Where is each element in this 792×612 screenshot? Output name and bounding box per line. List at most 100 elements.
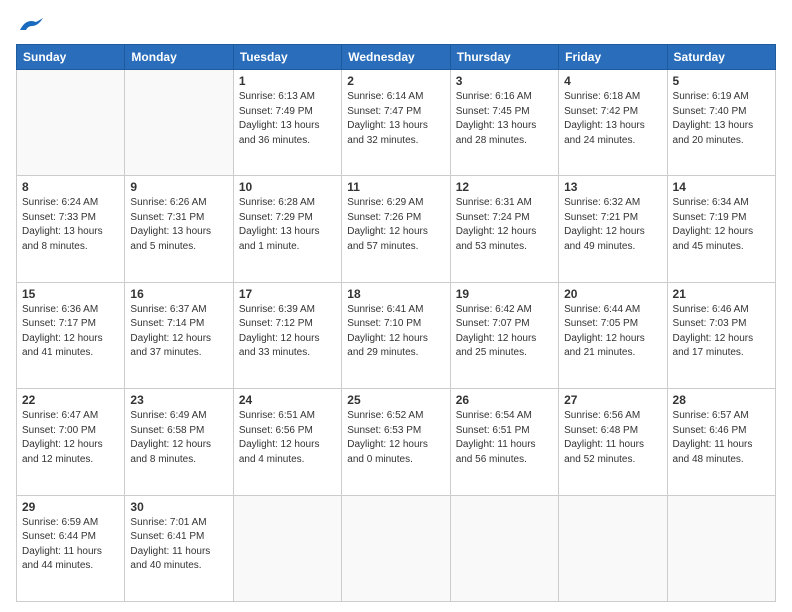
day-number: 9 [130, 180, 227, 194]
calendar-cell [342, 495, 450, 601]
day-number: 13 [564, 180, 661, 194]
day-info: Sunrise: 6:36 AMSunset: 7:17 PMDaylight:… [22, 303, 119, 361]
calendar-week-1: 8 Sunrise: 6:24 AMSunset: 7:33 PMDaylight… [17, 176, 776, 282]
calendar-cell: 17 Sunrise: 6:39 AMSunset: 7:12 PMDayligh… [233, 282, 341, 388]
day-number: 12 [456, 180, 553, 194]
day-number: 10 [239, 180, 336, 194]
day-number: 24 [239, 393, 336, 407]
day-info: Sunrise: 6:42 AMSunset: 7:07 PMDaylight:… [456, 303, 553, 361]
day-header-monday: Monday [125, 45, 233, 70]
logo [16, 18, 44, 36]
day-info: Sunrise: 6:39 AMSunset: 7:12 PMDaylight:… [239, 303, 336, 361]
day-number: 28 [673, 393, 770, 407]
day-header-thursday: Thursday [450, 45, 558, 70]
day-info: Sunrise: 6:44 AMSunset: 7:05 PMDaylight:… [564, 303, 661, 361]
day-number: 27 [564, 393, 661, 407]
calendar-cell: 19 Sunrise: 6:42 AMSunset: 7:07 PMDayligh… [450, 282, 558, 388]
day-number: 15 [22, 287, 119, 301]
calendar-cell [125, 70, 233, 176]
day-info: Sunrise: 6:41 AMSunset: 7:10 PMDaylight:… [347, 303, 444, 361]
calendar-cell: 30Sunrise: 7:01 AMSunset: 6:41 PMDayligh… [125, 495, 233, 601]
calendar-week-2: 15 Sunrise: 6:36 AMSunset: 7:17 PMDayligh… [17, 282, 776, 388]
calendar-cell: 20 Sunrise: 6:44 AMSunset: 7:05 PMDayligh… [559, 282, 667, 388]
day-number: 14 [673, 180, 770, 194]
day-header-wednesday: Wednesday [342, 45, 450, 70]
calendar-cell: 22 Sunrise: 6:47 AMSunset: 7:00 PMDayligh… [17, 389, 125, 495]
day-info: Sunrise: 7:01 AMSunset: 6:41 PMDaylight:… [130, 516, 227, 574]
day-info: Sunrise: 6:52 AMSunset: 6:53 PMDaylight:… [347, 409, 444, 467]
calendar-cell: 9Sunrise: 6:26 AMSunset: 7:31 PMDaylight… [125, 176, 233, 282]
calendar-cell: 3 Sunrise: 6:16 AMSunset: 7:45 PMDaylight… [450, 70, 558, 176]
calendar-cell: 26 Sunrise: 6:54 AMSunset: 6:51 PMDayligh… [450, 389, 558, 495]
calendar-cell: 21 Sunrise: 6:46 AMSunset: 7:03 PMDayligh… [667, 282, 775, 388]
day-number: 8 [22, 180, 119, 194]
calendar-cell: 1 Sunrise: 6:13 AMSunset: 7:49 PMDaylight… [233, 70, 341, 176]
day-header-tuesday: Tuesday [233, 45, 341, 70]
day-number: 21 [673, 287, 770, 301]
calendar-cell [667, 495, 775, 601]
day-of-week-row: SundayMondayTuesdayWednesdayThursdayFrid… [17, 45, 776, 70]
day-number: 26 [456, 393, 553, 407]
day-number: 2 [347, 74, 444, 88]
calendar-cell: 15 Sunrise: 6:36 AMSunset: 7:17 PMDayligh… [17, 282, 125, 388]
day-info: Sunrise: 6:47 AMSunset: 7:00 PMDaylight:… [22, 409, 119, 467]
day-info: Sunrise: 6:14 AMSunset: 7:47 PMDaylight:… [347, 90, 444, 148]
day-info: Sunrise: 6:28 AMSunset: 7:29 PMDaylight:… [239, 196, 336, 254]
calendar-cell: 14 Sunrise: 6:34 AMSunset: 7:19 PMDayligh… [667, 176, 775, 282]
day-number: 20 [564, 287, 661, 301]
day-info: Sunrise: 6:34 AMSunset: 7:19 PMDaylight:… [673, 196, 770, 254]
day-info: Sunrise: 6:24 AMSunset: 7:33 PMDaylight:… [22, 196, 119, 254]
calendar-cell: 2 Sunrise: 6:14 AMSunset: 7:47 PMDaylight… [342, 70, 450, 176]
day-info: Sunrise: 6:19 AMSunset: 7:40 PMDaylight:… [673, 90, 770, 148]
calendar-body: 1 Sunrise: 6:13 AMSunset: 7:49 PMDaylight… [17, 70, 776, 602]
day-number: 25 [347, 393, 444, 407]
day-info: Sunrise: 6:46 AMSunset: 7:03 PMDaylight:… [673, 303, 770, 361]
calendar-cell [450, 495, 558, 601]
day-info: Sunrise: 6:57 AMSunset: 6:46 PMDaylight:… [673, 409, 770, 467]
day-header-sunday: Sunday [17, 45, 125, 70]
day-number: 23 [130, 393, 227, 407]
day-header-friday: Friday [559, 45, 667, 70]
day-info: Sunrise: 6:49 AMSunset: 6:58 PMDaylight:… [130, 409, 227, 467]
calendar-cell: 5 Sunrise: 6:19 AMSunset: 7:40 PMDaylight… [667, 70, 775, 176]
day-number: 16 [130, 287, 227, 301]
calendar-cell [559, 495, 667, 601]
calendar-week-4: 29 Sunrise: 6:59 AMSunset: 6:44 PMDayligh… [17, 495, 776, 601]
day-info: Sunrise: 6:51 AMSunset: 6:56 PMDaylight:… [239, 409, 336, 467]
calendar-cell: 11Sunrise: 6:29 AMSunset: 7:26 PMDayligh… [342, 176, 450, 282]
calendar-cell: 16 Sunrise: 6:37 AMSunset: 7:14 PMDayligh… [125, 282, 233, 388]
day-number: 22 [22, 393, 119, 407]
calendar-cell [233, 495, 341, 601]
day-info: Sunrise: 6:32 AMSunset: 7:21 PMDaylight:… [564, 196, 661, 254]
calendar-cell: 13 Sunrise: 6:32 AMSunset: 7:21 PMDayligh… [559, 176, 667, 282]
day-header-saturday: Saturday [667, 45, 775, 70]
day-number: 4 [564, 74, 661, 88]
day-number: 1 [239, 74, 336, 88]
calendar-cell: 29 Sunrise: 6:59 AMSunset: 6:44 PMDayligh… [17, 495, 125, 601]
day-info: Sunrise: 6:54 AMSunset: 6:51 PMDaylight:… [456, 409, 553, 467]
day-number: 29 [22, 500, 119, 514]
calendar-cell: 8 Sunrise: 6:24 AMSunset: 7:33 PMDaylight… [17, 176, 125, 282]
day-info: Sunrise: 6:31 AMSunset: 7:24 PMDaylight:… [456, 196, 553, 254]
day-number: 3 [456, 74, 553, 88]
day-number: 17 [239, 287, 336, 301]
calendar-cell: 28 Sunrise: 6:57 AMSunset: 6:46 PMDayligh… [667, 389, 775, 495]
calendar-cell: 23 Sunrise: 6:49 AMSunset: 6:58 PMDayligh… [125, 389, 233, 495]
calendar-cell: 12 Sunrise: 6:31 AMSunset: 7:24 PMDayligh… [450, 176, 558, 282]
day-info: Sunrise: 6:18 AMSunset: 7:42 PMDaylight:… [564, 90, 661, 148]
calendar-cell: 24 Sunrise: 6:51 AMSunset: 6:56 PMDayligh… [233, 389, 341, 495]
day-info: Sunrise: 6:13 AMSunset: 7:49 PMDaylight:… [239, 90, 336, 148]
calendar-cell: 18Sunrise: 6:41 AMSunset: 7:10 PMDayligh… [342, 282, 450, 388]
day-number: 5 [673, 74, 770, 88]
calendar-cell: 27Sunrise: 6:56 AMSunset: 6:48 PMDayligh… [559, 389, 667, 495]
logo-bird-icon [18, 16, 44, 36]
day-info: Sunrise: 6:59 AMSunset: 6:44 PMDaylight:… [22, 516, 119, 574]
day-info: Sunrise: 6:29 AMSunset: 7:26 PMDaylight:… [347, 196, 444, 254]
calendar-table: SundayMondayTuesdayWednesdayThursdayFrid… [16, 44, 776, 602]
calendar-week-3: 22 Sunrise: 6:47 AMSunset: 7:00 PMDayligh… [17, 389, 776, 495]
page: SundayMondayTuesdayWednesdayThursdayFrid… [0, 0, 792, 612]
day-number: 19 [456, 287, 553, 301]
day-info: Sunrise: 6:16 AMSunset: 7:45 PMDaylight:… [456, 90, 553, 148]
day-info: Sunrise: 6:37 AMSunset: 7:14 PMDaylight:… [130, 303, 227, 361]
calendar-cell: 4 Sunrise: 6:18 AMSunset: 7:42 PMDaylight… [559, 70, 667, 176]
